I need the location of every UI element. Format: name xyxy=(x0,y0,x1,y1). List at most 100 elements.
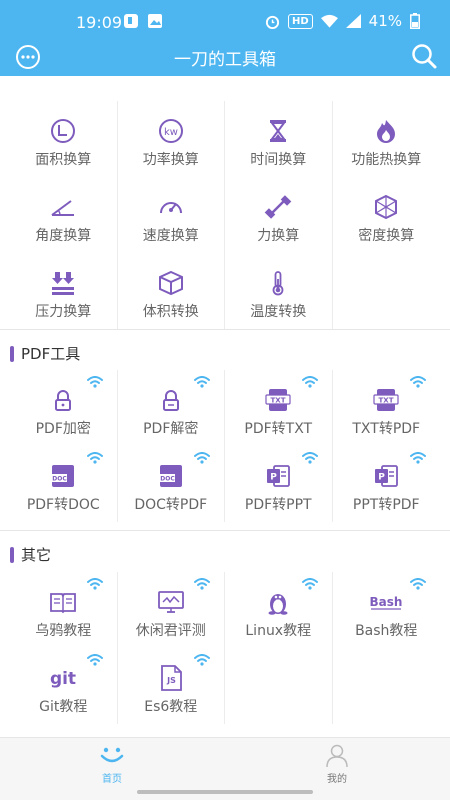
box-icon xyxy=(158,270,183,296)
hd-badge: HD xyxy=(287,13,313,29)
pdf-grid: PDF加密 PDF解密 TXT PDF转TXT TXT TXT转PDF DOC … xyxy=(10,370,440,522)
battery-percent: 41% xyxy=(368,12,402,30)
nav-mine[interactable]: 我的 xyxy=(297,742,377,785)
app-title: 一刀的工具箱 xyxy=(174,50,276,70)
converter-grid: 面积换算 kw 功率换算 时间换算 功能热换算 角度换算 速度换算 力换算 密度… xyxy=(10,101,440,329)
divider xyxy=(0,530,450,531)
tool-time[interactable]: 时间换算 xyxy=(225,101,333,177)
gesture-bar[interactable] xyxy=(137,790,313,794)
tool-density[interactable]: 密度换算 xyxy=(333,177,441,253)
online-icon xyxy=(86,452,103,464)
online-icon xyxy=(86,578,103,590)
tool-txt-to-pdf[interactable]: TXT TXT转PDF xyxy=(333,370,441,446)
app-bar: 一刀的工具箱 xyxy=(0,40,450,76)
other-grid: 乌鸦教程 休闲君评测 Linux教程 Bash Bash教程 git Git教程… xyxy=(10,572,440,724)
grid-empty xyxy=(333,253,441,329)
svg-text:git: git xyxy=(50,669,76,689)
tool-angle[interactable]: 角度换算 xyxy=(10,177,118,253)
online-icon xyxy=(86,376,103,388)
doc-file-icon: DOC xyxy=(159,465,182,487)
txt-file-icon: TXT xyxy=(373,389,399,411)
wifi-signal-icon xyxy=(320,14,338,28)
tool-volume[interactable]: 体积转换 xyxy=(118,253,225,329)
online-icon xyxy=(410,452,426,464)
svg-text:TXT: TXT xyxy=(379,397,394,405)
tool-pdf-encrypt[interactable]: PDF加密 xyxy=(10,370,118,446)
svg-text:kw: kw xyxy=(164,127,178,138)
gallery-icon xyxy=(148,14,162,28)
svg-text:P: P xyxy=(378,473,385,483)
smile-icon xyxy=(100,747,124,763)
search-icon[interactable] xyxy=(410,42,438,70)
tool-power[interactable]: kw 功率换算 xyxy=(118,101,225,177)
tool-git-tutorial[interactable]: git Git教程 xyxy=(10,648,118,724)
tool-pdf-decrypt[interactable]: PDF解密 xyxy=(118,370,225,446)
svg-text:DOC: DOC xyxy=(160,476,175,483)
svg-text:TXT: TXT xyxy=(271,397,286,405)
tool-temperature[interactable]: 温度转换 xyxy=(225,253,333,329)
status-bar: 19:09 HD 41% xyxy=(0,0,450,40)
online-icon xyxy=(194,654,210,666)
user-icon xyxy=(326,744,348,768)
kw-icon: kw xyxy=(158,119,183,143)
tool-speed[interactable]: 速度换算 xyxy=(118,177,225,253)
doc-file-icon: DOC xyxy=(52,465,75,487)
ppt-file-icon: P xyxy=(375,465,399,487)
pdf-section-title: PDF工具 xyxy=(10,343,80,364)
tool-ppt-to-pdf[interactable]: P PPT转PDF xyxy=(333,446,441,522)
notification-icon xyxy=(124,14,138,28)
tool-bash-tutorial[interactable]: Bash Bash教程 xyxy=(333,572,441,648)
tool-leisure-review[interactable]: 休闲君评测 xyxy=(118,572,225,648)
txt-file-icon: TXT xyxy=(265,389,291,411)
hourglass-icon xyxy=(270,120,287,142)
battery-icon xyxy=(410,13,420,29)
pressure-icon xyxy=(52,272,75,295)
ppt-file-icon: P xyxy=(267,465,291,487)
tool-pdf-to-txt[interactable]: TXT PDF转TXT xyxy=(225,370,333,446)
header: 19:09 HD 41% 一刀的工具箱 xyxy=(0,0,450,76)
tool-heat[interactable]: 功能热换算 xyxy=(333,101,441,177)
thermometer-icon xyxy=(272,271,284,296)
other-section-title: 其它 xyxy=(10,544,51,565)
svg-text:JS: JS xyxy=(166,676,176,685)
cube-density-icon xyxy=(375,194,398,220)
unlock-icon xyxy=(162,390,179,411)
online-icon xyxy=(301,452,318,464)
tool-linux-tutorial[interactable]: Linux教程 xyxy=(225,572,333,648)
online-icon xyxy=(194,376,210,388)
tool-area[interactable]: 面积换算 xyxy=(10,101,118,177)
online-icon xyxy=(301,376,318,388)
area-icon xyxy=(51,119,76,143)
linux-penguin-icon xyxy=(268,594,288,615)
nav-home[interactable]: 首页 xyxy=(72,742,152,785)
cell-signal-icon xyxy=(345,14,361,28)
alarm-icon xyxy=(265,15,280,29)
tool-pressure[interactable]: 压力换算 xyxy=(10,253,118,329)
svg-text:P: P xyxy=(270,473,277,483)
online-icon xyxy=(410,578,426,590)
dumbbell-icon xyxy=(264,195,292,219)
tool-doc-to-pdf[interactable]: DOC DOC转PDF xyxy=(118,446,225,522)
bash-logo-icon: Bash xyxy=(370,595,403,610)
lock-icon xyxy=(55,390,72,411)
svg-text:Bash: Bash xyxy=(370,595,403,609)
online-icon xyxy=(410,376,426,388)
flame-icon xyxy=(377,120,396,143)
divider xyxy=(0,329,450,330)
svg-text:DOC: DOC xyxy=(53,476,68,483)
angle-icon xyxy=(51,200,75,216)
book-icon xyxy=(50,593,77,614)
tool-crow-tutorial[interactable]: 乌鸦教程 xyxy=(10,572,118,648)
grid-empty xyxy=(225,648,333,724)
tool-pdf-to-ppt[interactable]: P PDF转PPT xyxy=(225,446,333,522)
tool-es6-tutorial[interactable]: JS Es6教程 xyxy=(118,648,225,724)
tool-force[interactable]: 力换算 xyxy=(225,177,333,253)
status-time: 19:09 xyxy=(76,13,123,32)
online-icon xyxy=(301,578,318,590)
tool-pdf-to-doc[interactable]: DOC PDF转DOC xyxy=(10,446,118,522)
online-icon xyxy=(194,578,210,590)
online-icon xyxy=(86,654,103,666)
grid-empty xyxy=(333,648,441,724)
monitor-icon xyxy=(157,591,184,613)
git-logo-icon: git xyxy=(50,669,76,689)
